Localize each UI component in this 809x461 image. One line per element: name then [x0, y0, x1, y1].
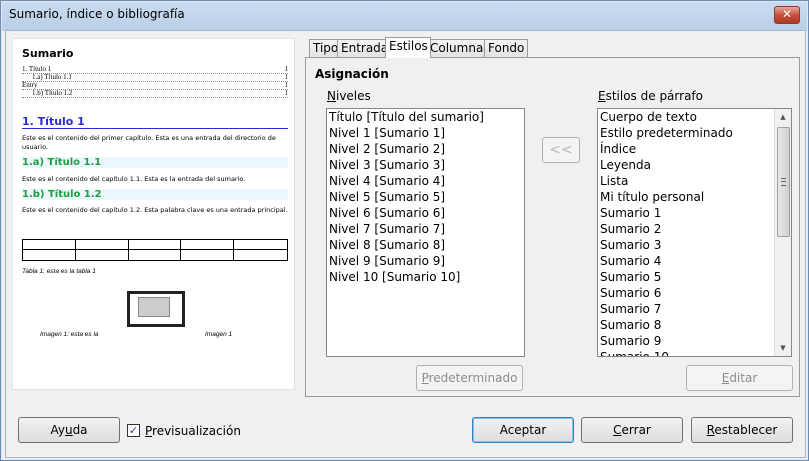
reset-button[interactable]: Restablecer [691, 417, 793, 443]
list-item[interactable]: Nivel 6 [Sumario 6] [327, 205, 524, 221]
list-item[interactable]: Nivel 5 [Sumario 5] [327, 189, 524, 205]
scroll-down-icon[interactable]: ▼ [775, 340, 791, 356]
list-item[interactable]: Lista [598, 173, 791, 189]
preview-heading-2: 1.a) Título 1.1 [22, 157, 288, 168]
list-item[interactable]: Sumario 3 [598, 237, 791, 253]
list-item[interactable]: Nivel 9 [Sumario 9] [327, 253, 524, 269]
dialog-window: Sumario, índice o bibliografía ✕ Sumario… [0, 0, 809, 461]
list-item[interactable]: Nivel 10 [Sumario 10] [327, 269, 524, 285]
tab-estilos[interactable]: Estilos [385, 37, 431, 58]
list-item[interactable]: Cuerpo de texto [598, 109, 791, 125]
tab-fondo[interactable]: Fondo [484, 39, 528, 57]
preview-heading-2: 1.b) Título 1.2 [22, 189, 288, 200]
preview-body-text: Este es el contenido del capítulo 1.1. E… [22, 175, 246, 183]
list-item[interactable]: Mi título personal [598, 189, 791, 205]
paragraph-styles-label: Estilos de párrafo [598, 89, 703, 103]
preview-image-caption: Imagen 1 [205, 331, 233, 338]
list-item[interactable]: Estilo predeterminado [598, 125, 791, 141]
scroll-thumb[interactable] [777, 127, 790, 237]
preview-image-caption: Imagen 1: esta es la [40, 331, 99, 338]
title-bar[interactable]: Sumario, índice o bibliografía ✕ [1, 1, 808, 29]
list-item[interactable]: Nivel 2 [Sumario 2] [327, 141, 524, 157]
levels-listbox[interactable]: Título [Título del sumario] Nivel 1 [Sum… [326, 108, 525, 357]
window-title: Sumario, índice o bibliografía [9, 7, 185, 21]
list-item[interactable]: Sumario 5 [598, 269, 791, 285]
styles-scrollbar[interactable]: ▲ ▼ [774, 109, 791, 356]
list-item[interactable]: Título [Título del sumario] [327, 109, 524, 125]
preview-body-text: Este es el contenido del primer capítulo… [22, 134, 276, 151]
assignment-title: Asignación [315, 67, 389, 81]
paragraph-styles-listbox[interactable]: Cuerpo de texto Estilo predeterminado Ín… [597, 108, 792, 357]
dialog-client-area: Sumario 1. Título 11 1.a) Título 1.1 1 En… [5, 30, 806, 458]
edit-button[interactable]: Editar [686, 365, 793, 391]
list-item[interactable]: Nivel 1 [Sumario 1] [327, 125, 524, 141]
levels-label: Niveles [327, 89, 371, 103]
tab-columnas[interactable]: Columnas [426, 39, 490, 57]
preview-checkbox[interactable]: ✓ [127, 424, 140, 437]
list-item[interactable]: Nivel 3 [Sumario 3] [327, 157, 524, 173]
list-item[interactable]: Sumario 4 [598, 253, 791, 269]
list-item[interactable]: Sumario 10 [598, 349, 791, 356]
styles-tab-panel: Asignación Niveles Título [Título del su… [305, 57, 800, 397]
preview-checkbox-label[interactable]: Previsualización [145, 424, 241, 438]
accept-button[interactable]: Aceptar [472, 417, 574, 443]
preview-image [127, 291, 185, 327]
assign-style-button[interactable]: << [542, 137, 580, 163]
close-dialog-button[interactable]: Cerrar [581, 417, 683, 443]
help-button[interactable]: Ayuda [18, 417, 120, 443]
tab-entradas[interactable]: Entradas [337, 39, 394, 57]
list-item[interactable]: Nivel 8 [Sumario 8] [327, 237, 524, 253]
preview-toc-line: 1.b) Título 1.2 1 [22, 89, 288, 98]
list-item[interactable]: Índice [598, 141, 791, 157]
default-button[interactable]: Predeterminado [416, 365, 523, 391]
list-item[interactable]: Sumario 8 [598, 317, 791, 333]
preview-table [22, 239, 288, 261]
list-item[interactable]: Sumario 2 [598, 221, 791, 237]
preview-heading-1: 1. Título 1 [22, 115, 288, 129]
list-item[interactable]: Sumario 6 [598, 285, 791, 301]
list-item[interactable]: Sumario 1 [598, 205, 791, 221]
preview-toc-title: Sumario [22, 47, 74, 60]
preview-table-caption: Tabla 1: esta es la tabla 1 [22, 268, 96, 275]
close-button[interactable]: ✕ [774, 6, 800, 24]
list-item[interactable]: Sumario 9 [598, 333, 791, 349]
list-item[interactable]: Nivel 4 [Sumario 4] [327, 173, 524, 189]
preview-body-text: Este es el contenido del capítulo 1.2. E… [22, 206, 288, 214]
list-item[interactable]: Sumario 7 [598, 301, 791, 317]
list-item[interactable]: Nivel 7 [Sumario 7] [327, 221, 524, 237]
document-preview: Sumario 1. Título 11 1.a) Título 1.1 1 En… [12, 38, 295, 390]
scroll-up-icon[interactable]: ▲ [775, 109, 791, 125]
list-item[interactable]: Leyenda [598, 157, 791, 173]
